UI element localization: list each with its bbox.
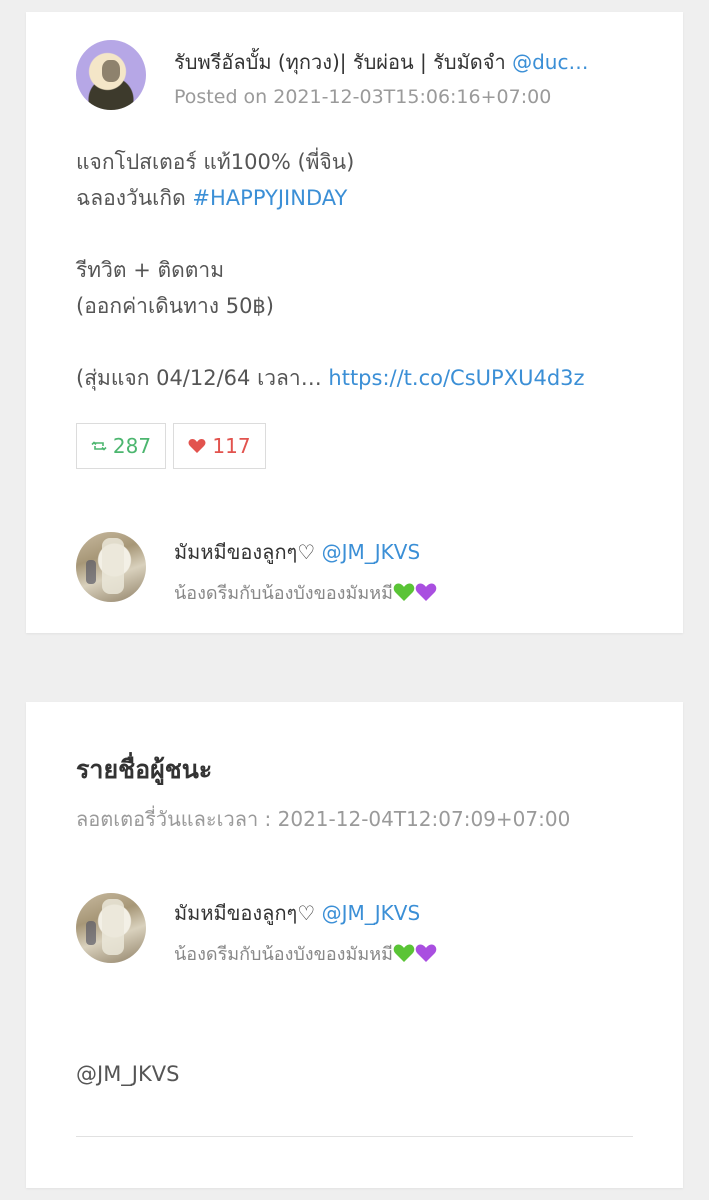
winners-heading: รายชื่อผู้ชนะ <box>76 755 213 784</box>
winner-avatar[interactable] <box>76 893 146 963</box>
retweet-count: 287 <box>112 434 152 458</box>
owner-handle-link[interactable]: @duc… <box>512 50 588 74</box>
winner-name-row[interactable]: มัมหมีของลูกๆ♡ @JM_JKVS <box>174 897 420 929</box>
post-line: ฉลองวันเกิด #HAPPYJINDAY <box>76 186 348 210</box>
participant-name-row[interactable]: มัมหมีของลูกๆ♡ @JM_JKVS <box>174 536 420 568</box>
posted-timestamp: Posted on 2021-12-03T15:06:16+07:00 <box>174 86 552 108</box>
retweet-count-button[interactable]: 287 <box>76 423 166 469</box>
participant-avatar[interactable] <box>76 532 146 602</box>
participant-name: มัมหมีของลูกๆ♡ <box>174 540 316 564</box>
purple-heart-icon <box>415 583 437 601</box>
draw-timestamp: ลอตเตอรี่วันและเวลา : 2021-12-04T12:07:0… <box>76 807 571 831</box>
like-count-button[interactable]: 117 <box>173 423 266 469</box>
owner-avatar[interactable] <box>76 40 146 110</box>
winners-card: รายชื่อผู้ชนะ ลอตเตอรี่วันและเวลา : 2021… <box>26 702 683 1188</box>
green-heart-icon <box>393 583 415 601</box>
post-line: รีทวิต + ติดตาม <box>76 258 225 282</box>
winner-name: มัมหมีของลูกๆ♡ <box>174 901 316 925</box>
participant-bio-row: น้องดรีมกับน้องบังของมัมหมี <box>174 578 437 607</box>
participant-handle[interactable]: @JM_JKVS <box>322 540 421 564</box>
winner-bio: น้องดรีมกับน้องบังของมัมหมี <box>174 944 393 965</box>
tweet-link[interactable]: https://t.co/CsUPXU4d3z <box>328 366 584 390</box>
post-line: (สุ่มแจก 04/12/64 เวลา… https://t.co/CsU… <box>76 366 585 390</box>
post-body: แจกโปสเตอร์ แท้100% (พี่จิน) ฉลองวันเกิด… <box>76 144 585 396</box>
post-line: แจกโปสเตอร์ แท้100% (พี่จิน) <box>76 150 355 174</box>
post-line: (ออกค่าเดินทาง 50฿) <box>76 294 274 318</box>
hashtag-link[interactable]: #HAPPYJINDAY <box>192 186 347 210</box>
like-count: 117 <box>212 434 251 458</box>
heart-icon <box>188 439 206 453</box>
divider <box>76 1136 633 1137</box>
retweet-icon <box>91 441 107 451</box>
winner-mention: @JM_JKVS <box>76 1062 180 1086</box>
winner-bio-row: น้องดรีมกับน้องบังของมัมหมี <box>174 939 437 968</box>
participant-bio: น้องดรีมกับน้องบังของมัมหมี <box>174 583 393 604</box>
winner-handle[interactable]: @JM_JKVS <box>322 901 421 925</box>
purple-heart-icon <box>415 944 437 962</box>
giveaway-post-card: รับพรีอัลบั้ม (ทุกวง)| รับผ่อน | รับมัดจ… <box>26 12 683 633</box>
owner-title[interactable]: รับพรีอัลบั้ม (ทุกวง)| รับผ่อน | รับมัดจ… <box>174 46 629 78</box>
owner-title-text: รับพรีอัลบั้ม (ทุกวง)| รับผ่อน | รับมัดจ… <box>174 50 506 74</box>
green-heart-icon <box>393 944 415 962</box>
